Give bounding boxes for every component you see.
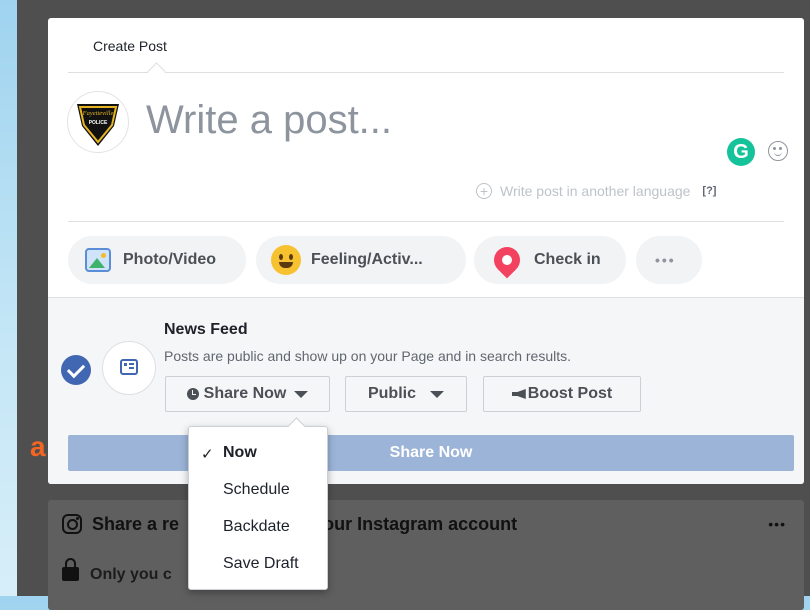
annotation-marker-a: a (30, 431, 46, 462)
clock-icon (186, 388, 199, 400)
more-actions-button[interactable]: ••• (636, 236, 702, 284)
checkmark-icon: ✓ (201, 446, 214, 463)
create-post-composer: Create Post Fayetteville POLICE Write a … (48, 18, 804, 484)
composer-tab-strip: Create Post (68, 18, 784, 81)
feeling-activity-button[interactable]: Feeling/Activ... (256, 236, 466, 284)
dropdown-item-label: Schedule (223, 481, 290, 498)
news-feed-icon (120, 359, 138, 375)
caret-down-icon (294, 390, 309, 398)
dropdown-item-label: Now (223, 444, 257, 461)
dropdown-item-label: Save Draft (223, 555, 299, 572)
tab-create-post[interactable]: Create Post (93, 38, 167, 54)
feeling-activity-label: Feeling/Activ... (311, 251, 423, 268)
news-feed-title: News Feed (164, 321, 248, 338)
instagram-icon (62, 514, 82, 534)
grammarly-icon[interactable]: G (727, 138, 755, 166)
write-another-language-link[interactable]: + Write post in another language [?] (476, 183, 716, 199)
photo-video-button[interactable]: Photo/Video (68, 236, 246, 284)
news-feed-icon-wrapper (102, 341, 156, 395)
language-help-link[interactable]: [?] (702, 185, 716, 197)
audience-section: News Feed Posts are public and show up o… (48, 297, 804, 484)
badge-police-text: POLICE (89, 120, 108, 126)
dropdown-item-backdate[interactable]: Backdate (189, 513, 327, 543)
dropdown-item-schedule[interactable]: Schedule (189, 476, 327, 506)
share-now-button[interactable]: Share Now (68, 435, 794, 471)
schedule-button-label: Share Now (203, 385, 287, 402)
news-feed-description: Posts are public and show up on your Pag… (164, 348, 572, 364)
boost-post-label: Boost Post (527, 385, 613, 402)
privacy-button-label: Public (367, 385, 416, 402)
post-text-input[interactable]: Write a post... (146, 98, 392, 143)
dropdown-item-label: Backdate (223, 518, 290, 535)
instagram-more-icon[interactable]: ••• (768, 516, 786, 532)
caret-down-icon (430, 390, 444, 398)
photo-video-label: Photo/Video (123, 251, 217, 268)
plus-circle-icon: + (476, 183, 492, 199)
privacy-dropdown-button[interactable]: Public (345, 376, 467, 412)
location-pin-icon (488, 241, 526, 279)
police-badge-icon: Fayetteville POLICE (77, 104, 119, 146)
instagram-share-card: Share a re om your Instagram account ••• … (48, 500, 804, 610)
instagram-title-start: Share a re (92, 514, 180, 534)
lock-icon (62, 558, 79, 581)
language-link-label: Write post in another language (500, 183, 691, 199)
page-avatar[interactable]: Fayetteville POLICE (67, 91, 129, 153)
badge-city-text: Fayetteville (82, 110, 114, 117)
check-in-label: Check in (534, 251, 601, 268)
more-dots-icon: ••• (655, 252, 676, 268)
smiley-icon (271, 245, 301, 275)
emoji-picker-icon[interactable] (768, 141, 788, 161)
check-in-button[interactable]: Check in (474, 236, 626, 284)
instagram-privacy-text: Only you c (90, 566, 172, 583)
megaphone-icon (511, 389, 526, 399)
dropdown-item-save-draft[interactable]: Save Draft (189, 550, 327, 580)
boost-post-button[interactable]: Boost Post (483, 376, 641, 412)
share-timing-dropdown-menu: ✓ Now Schedule Backdate Save Draft (188, 417, 328, 590)
schedule-dropdown-button[interactable]: Share Now (165, 376, 330, 412)
tab-active-caret (147, 62, 166, 81)
news-feed-checkbox[interactable] (61, 355, 91, 385)
dropdown-item-now[interactable]: ✓ Now (189, 439, 327, 469)
photo-icon (85, 248, 111, 272)
composer-divider (68, 221, 784, 222)
